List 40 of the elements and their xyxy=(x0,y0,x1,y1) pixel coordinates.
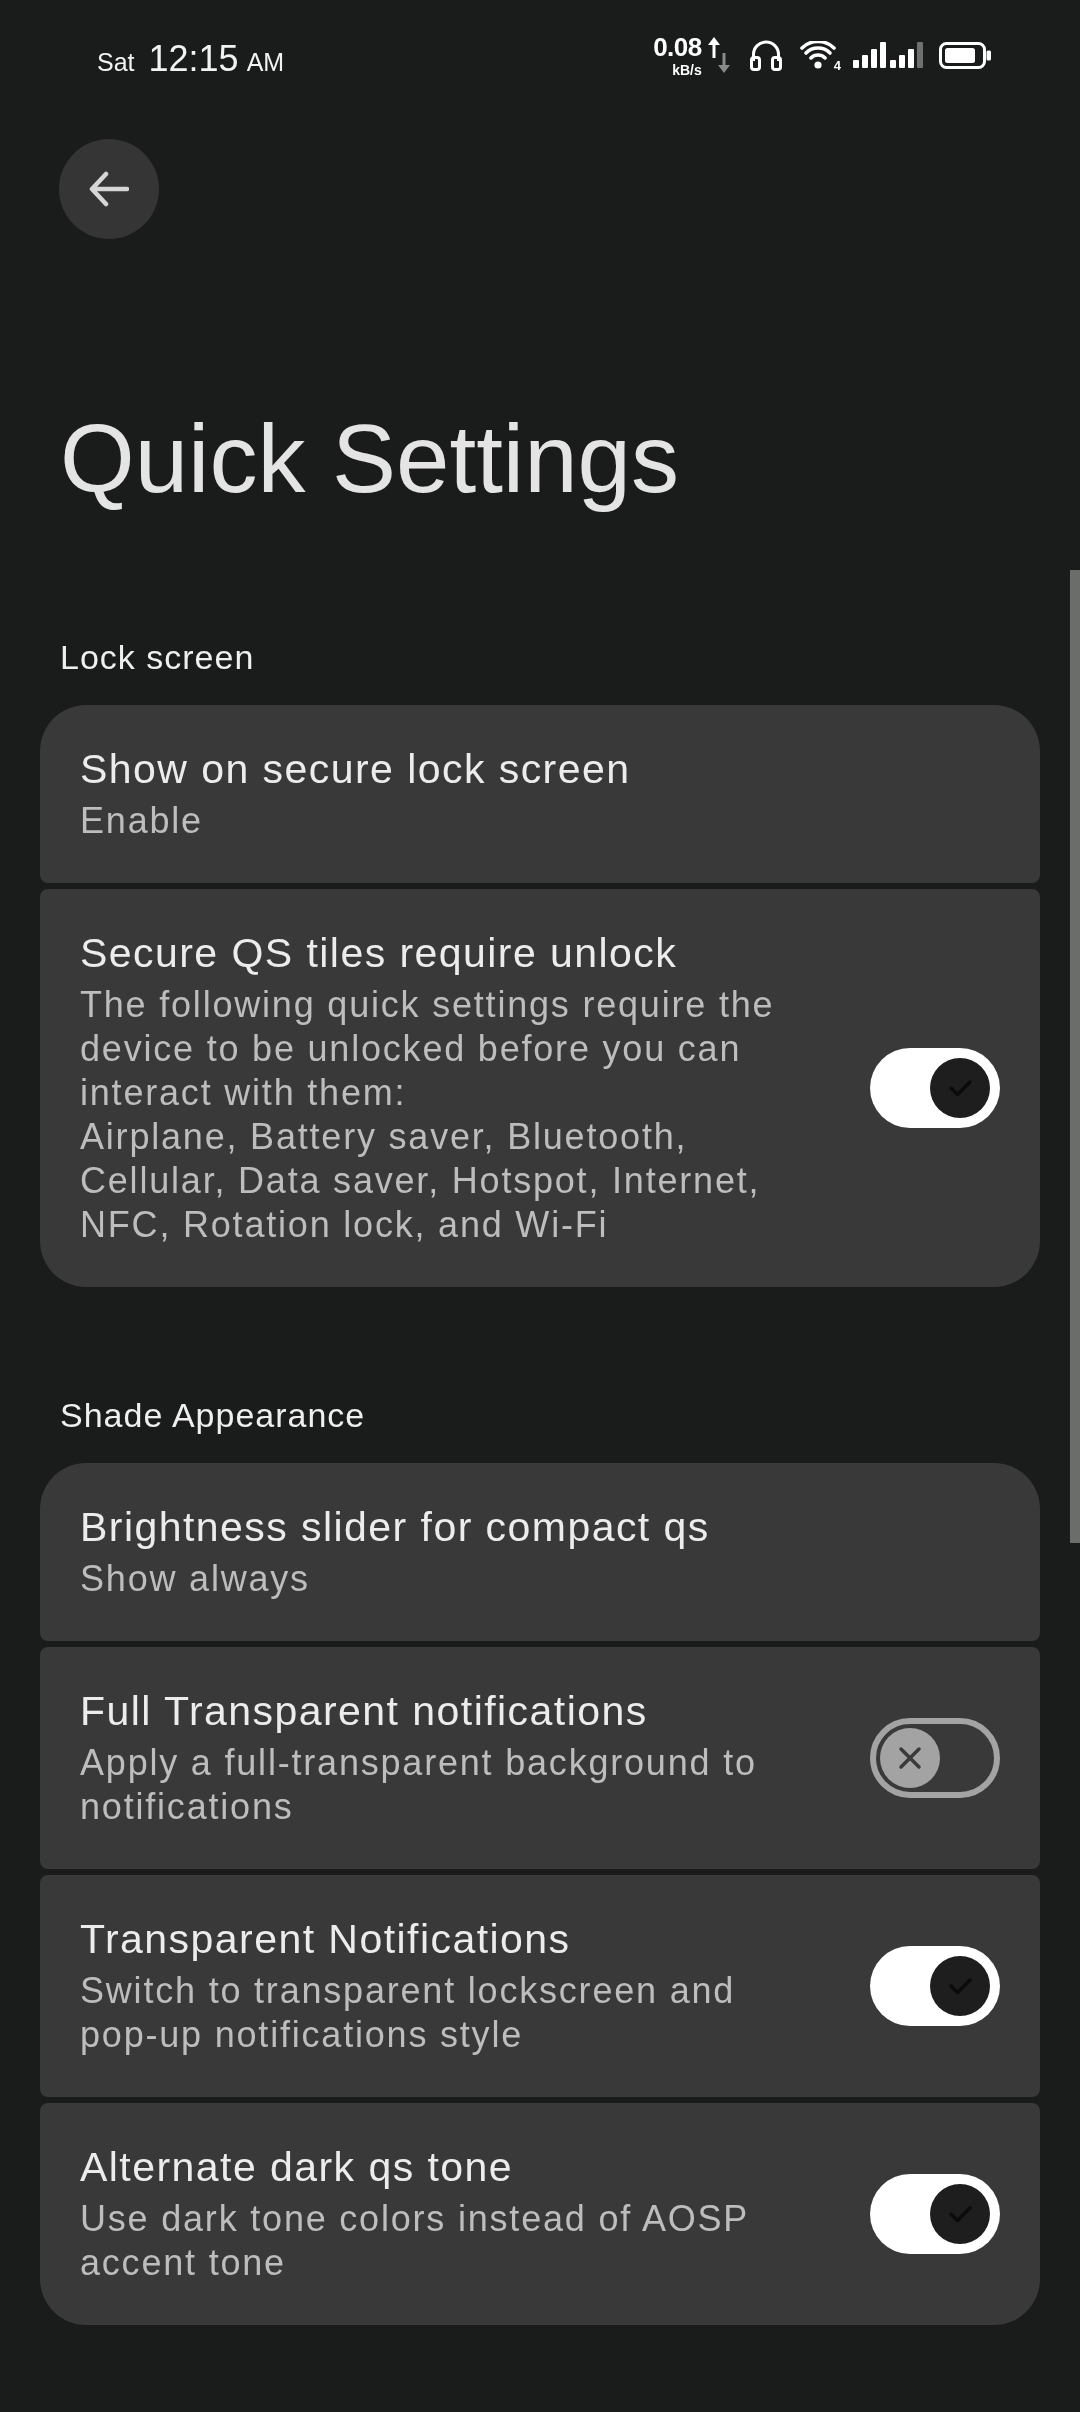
setting-summary: Use dark tone colors instead of AOSP accent tone xyxy=(80,2197,750,2285)
toggle-switch[interactable] xyxy=(870,1718,1000,1798)
arrow-left-icon xyxy=(89,171,129,207)
section-heading: Shade Appearance xyxy=(60,1395,367,1436)
section-heading: Lock screen xyxy=(60,637,256,678)
setting-title: Alternate dark qs tone xyxy=(80,2143,515,2191)
setting-summary: Enable xyxy=(80,799,204,843)
clock-time: 12:15 xyxy=(148,38,239,80)
setting-summary: The following quick settings require the device to be unlocked before you can interact with them: Airplane, Battery saver, Bluetooth, Cellular, Data saver, Hotspot, Internet, NFC, Rotation lock, and Wi-Fi xyxy=(80,983,776,1247)
signal-icon xyxy=(890,42,923,68)
setting-summary: Switch to transparent lockscreen and pop-up notifications style xyxy=(80,1969,737,2057)
settings-card[interactable]: Alternate dark qs tone Use dark tone colors instead of AOSP accent tone xyxy=(40,2103,1040,2325)
network-speed-unit: kB/s xyxy=(672,62,702,77)
headphones-icon xyxy=(749,39,782,71)
check-icon xyxy=(930,1058,990,1118)
upload-arrow-icon xyxy=(707,37,720,58)
settings-card[interactable]: Transparent Notifications Switch to transparent lockscreen and pop-up notifications style xyxy=(40,1875,1040,2097)
settings-card[interactable] xyxy=(40,889,1040,1287)
page-title: Quick Settings xyxy=(60,404,680,514)
download-arrow-icon xyxy=(717,53,730,73)
check-icon xyxy=(930,2184,990,2244)
setting-title: Transparent Notifications xyxy=(80,1915,572,1963)
settings-card[interactable]: Brightness slider for compact qs Show always xyxy=(40,1463,1040,1641)
setting-summary: Show always xyxy=(80,1557,311,1601)
settings-card[interactable]: Full Transparent notifications Apply a full-transparent background to notifications xyxy=(40,1647,1040,1869)
battery-icon xyxy=(939,41,991,69)
setting-title: Show on secure lock screen xyxy=(80,745,632,793)
wifi-icon xyxy=(799,41,836,69)
wifi-standard-label: 4 xyxy=(833,57,841,73)
settings-card[interactable]: Show on secure lock screen Enable xyxy=(40,705,1040,883)
setting-title: Secure QS tiles require unlock xyxy=(80,929,679,977)
setting-title: Full Transparent notifications xyxy=(80,1687,649,1735)
day-text: Sat xyxy=(97,48,135,77)
cross-icon xyxy=(880,1728,940,1788)
check-icon xyxy=(930,1956,990,2016)
signal-icon xyxy=(853,42,886,68)
am-pm-text: AM xyxy=(246,48,285,77)
network-speed-value: 0.08 xyxy=(653,33,702,60)
setting-title: Brightness slider for compact qs xyxy=(80,1503,711,1551)
setting-summary: Apply a full-transparent background to notifications xyxy=(80,1741,758,1829)
